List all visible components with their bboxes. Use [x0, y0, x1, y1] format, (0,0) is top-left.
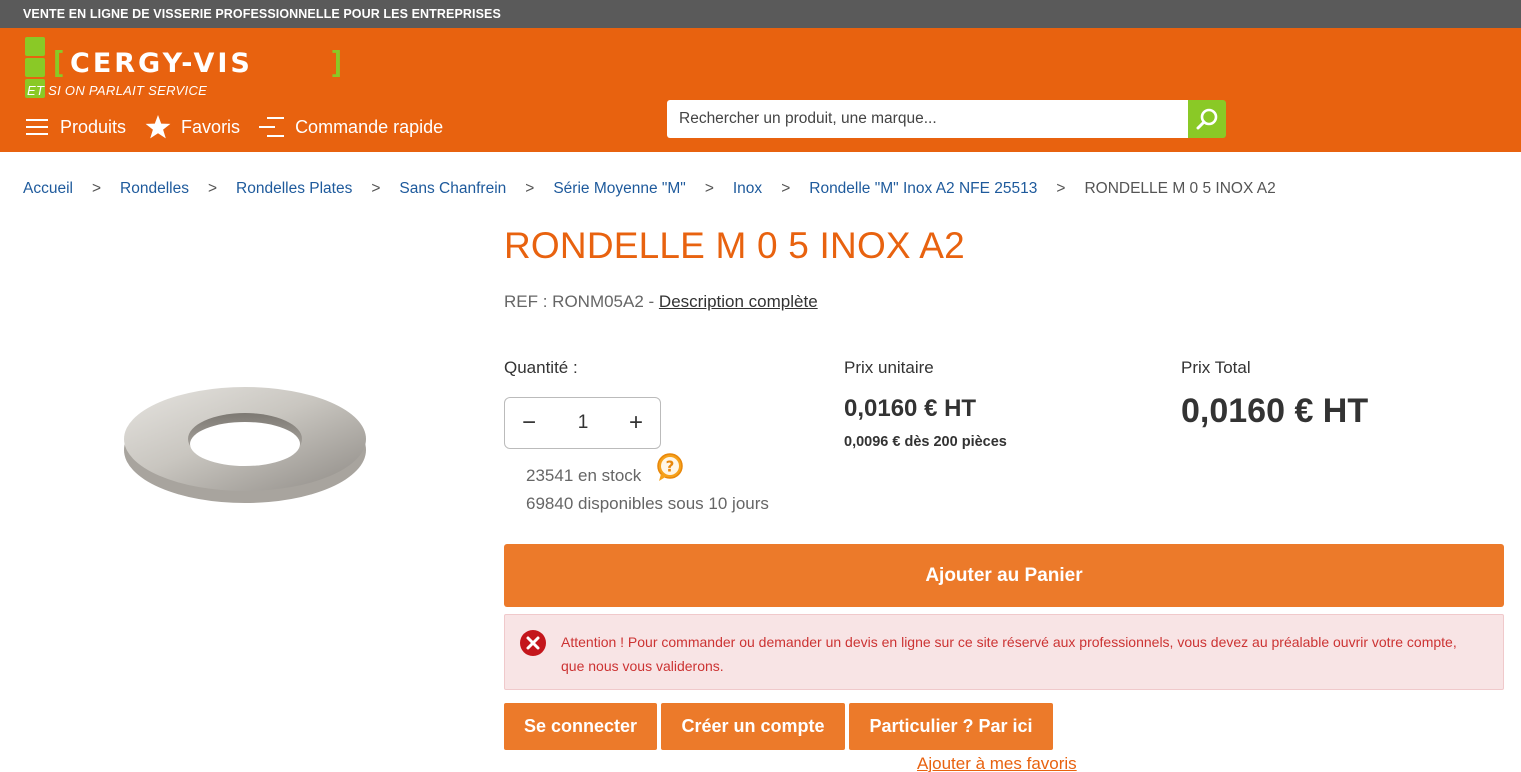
alert-message: Attention ! Pour commander ou demander u…	[561, 634, 1457, 674]
menu-icon	[26, 119, 48, 135]
quick-order-icon	[259, 117, 285, 137]
star-icon	[145, 115, 171, 139]
volume-price: 0,0096 € dès 200 pièces	[844, 434, 1007, 450]
nav-quick-order-label: Commande rapide	[295, 116, 444, 137]
product-ref-text: REF : RONM05A2 -	[504, 292, 659, 311]
logo-bracket-left: [	[49, 46, 68, 81]
logo-text: CERGY-VIS	[70, 48, 253, 79]
breadcrumb-item-current: RONDELLE M 0 5 INOX A2	[1084, 180, 1276, 197]
product-title: RONDELLE M 0 5 INOX A2	[504, 225, 965, 266]
quantity-stepper: − +	[504, 397, 661, 449]
top-banner: VENTE EN LIGNE DE VISSERIE PROFESSIONNEL…	[0, 0, 1521, 28]
error-icon	[520, 630, 546, 656]
availability-status: 69840 disponibles sous 10 jours	[526, 494, 769, 513]
create-account-button[interactable]: Créer un compte	[661, 703, 845, 750]
breadcrumb-item-rondelle-m-inox[interactable]: Rondelle "M" Inox A2 NFE 25513	[809, 180, 1037, 198]
add-to-cart-button[interactable]: Ajouter au Panier	[504, 544, 1504, 607]
product-reference: REF : RONM05A2 - Description complète	[504, 292, 818, 312]
breadcrumb: Accueil > Rondelles > Rondelles Plates >…	[23, 180, 1276, 198]
breadcrumb-item-rondelles-plates[interactable]: Rondelles Plates	[236, 180, 352, 198]
stock-status: 23541 en stock	[526, 466, 642, 485]
quantity-label: Quantité :	[504, 358, 578, 377]
pro-account-alert: Attention ! Pour commander ou demander u…	[504, 614, 1504, 690]
site-logo[interactable]: [ CERGY-VIS ] ET SI ON PARLAIT SERVICE	[25, 37, 355, 101]
full-description-link[interactable]: Description complète	[659, 292, 818, 311]
nav-quick-order[interactable]: Commande rapide	[259, 116, 443, 138]
breadcrumb-separator: >	[781, 180, 791, 197]
nav-favorites-label: Favoris	[181, 116, 241, 137]
quantity-decrease-button[interactable]: −	[514, 408, 544, 438]
search-input[interactable]	[667, 100, 1189, 138]
individual-customer-button[interactable]: Particulier ? Par ici	[849, 703, 1053, 750]
quantity-increase-button[interactable]: +	[621, 408, 651, 438]
washer-image	[124, 387, 366, 503]
breadcrumb-item-inox[interactable]: Inox	[733, 180, 762, 198]
breadcrumb-separator: >	[1056, 180, 1066, 197]
login-button[interactable]: Se connecter	[504, 703, 657, 750]
nav-favorites[interactable]: Favoris	[145, 115, 240, 139]
breadcrumb-item-accueil[interactable]: Accueil	[23, 180, 73, 198]
breadcrumb-item-sans-chanfrein[interactable]: Sans Chanfrein	[399, 180, 506, 198]
search-button[interactable]	[1188, 100, 1226, 138]
product-image[interactable]	[25, 225, 465, 655]
logo-bracket-right: ]	[328, 46, 347, 81]
site-header: [ CERGY-VIS ] ET SI ON PARLAIT SERVICE P…	[0, 28, 1521, 152]
quantity-input[interactable]	[553, 408, 613, 438]
breadcrumb-separator: >	[207, 180, 218, 197]
breadcrumb-separator: >	[91, 180, 102, 197]
breadcrumb-item-serie-moyenne[interactable]: Série Moyenne "M"	[553, 180, 685, 198]
breadcrumb-separator: >	[525, 180, 535, 197]
nav-products-label: Produits	[60, 116, 127, 137]
unit-price-label: Prix unitaire	[844, 358, 934, 377]
top-banner-text: VENTE EN LIGNE DE VISSERIE PROFESSIONNEL…	[23, 7, 501, 21]
nav-products[interactable]: Produits	[26, 117, 126, 138]
add-to-favorites-link[interactable]: Ajouter à mes favoris	[917, 754, 1077, 772]
logo-tagline: ET SI ON PARLAIT SERVICE	[27, 83, 208, 98]
breadcrumb-item-rondelles[interactable]: Rondelles	[120, 180, 189, 198]
breadcrumb-separator: >	[371, 180, 381, 197]
total-price-label: Prix Total	[1181, 358, 1251, 377]
search-bar	[667, 100, 1226, 138]
breadcrumb-separator: >	[704, 180, 714, 197]
main-nav: Produits Favoris Commande rapide	[26, 113, 462, 141]
help-icon[interactable]: ?	[655, 452, 685, 482]
svg-text:?: ?	[666, 458, 675, 476]
total-price: 0,0160 € HT	[1181, 392, 1369, 430]
unit-price: 0,0160 € HT	[844, 395, 977, 422]
search-icon	[1196, 108, 1218, 130]
